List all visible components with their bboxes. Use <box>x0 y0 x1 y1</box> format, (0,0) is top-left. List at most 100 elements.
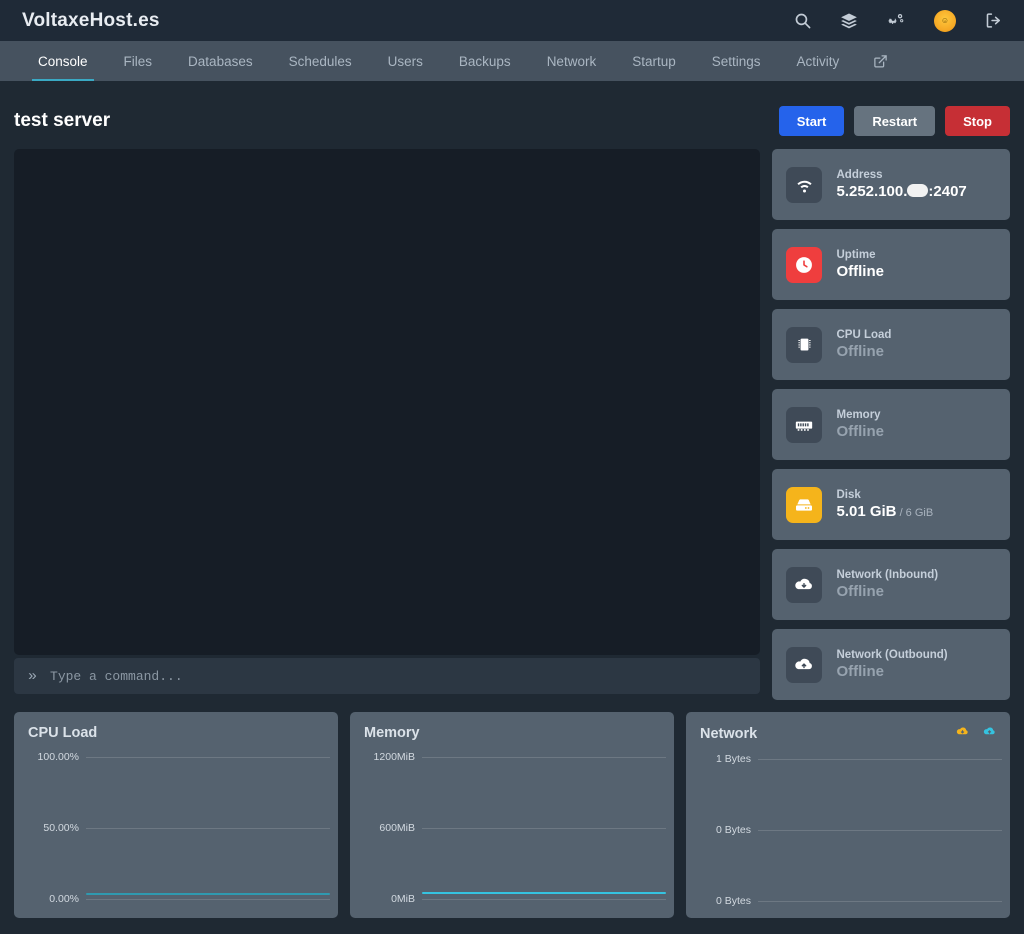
tab-label: Databases <box>188 53 253 69</box>
stat-label: Network (Inbound) <box>836 569 939 581</box>
stat-text: Memory Offline <box>836 409 884 440</box>
stat-text: Disk 5.01 GiB / 6 GiB <box>836 489 933 520</box>
prompt-chevron-icon: » <box>28 667 38 685</box>
axis-tick-label: 50.00% <box>43 822 79 834</box>
clock-icon <box>786 246 823 283</box>
disk-total: / 6 GiB <box>896 507 934 519</box>
grid-line <box>422 827 666 829</box>
tab-settings[interactable]: Settings <box>694 41 779 81</box>
restart-button[interactable]: Restart <box>854 106 936 136</box>
stat-value: Offline <box>836 423 884 440</box>
axis-tick-label: 0MiB <box>391 893 415 905</box>
tab-activity[interactable]: Activity <box>779 41 858 81</box>
page-title: test server <box>14 110 111 131</box>
power-button-group: Start Restart Stop <box>778 106 1010 136</box>
external-link-icon[interactable] <box>857 41 904 81</box>
memory-icon <box>786 406 823 443</box>
axis-tick-label: 0 Bytes <box>715 895 751 907</box>
chart-header: Network <box>686 725 1010 743</box>
tab-backups[interactable]: Backups <box>441 41 529 81</box>
chart-card-memory: Memory 1200MiB 600MiB 0MiB <box>350 712 674 918</box>
chart-plot: 100.00% 50.00% 0.00% <box>14 751 338 905</box>
nav-tabs: Console Files Databases Schedules Users … <box>0 41 1024 81</box>
stat-label: CPU Load <box>836 329 892 341</box>
series-line-cpu <box>86 893 330 895</box>
tab-databases[interactable]: Databases <box>170 41 271 81</box>
grid-line <box>758 758 1002 760</box>
cloud-upload-icon[interactable] <box>983 725 996 743</box>
hdd-icon <box>786 486 823 523</box>
console-output[interactable] <box>14 149 761 655</box>
tab-network[interactable]: Network <box>529 41 615 81</box>
search-icon[interactable] <box>794 12 811 29</box>
logout-icon[interactable] <box>985 12 1002 29</box>
cogs-icon[interactable] <box>887 12 905 30</box>
stat-value: Offline <box>836 343 884 360</box>
chart-plot: 1200MiB 600MiB 0MiB <box>350 751 674 905</box>
stat-card-network-inbound: Network (Inbound) Offline <box>772 549 1010 620</box>
stat-text: Uptime Offline <box>836 249 884 280</box>
grid-line <box>758 900 1002 902</box>
stat-label: Address <box>836 169 883 181</box>
command-input[interactable] <box>50 668 747 684</box>
stat-value: Offline <box>836 663 884 680</box>
axis-tick-label: 0 Bytes <box>715 824 751 836</box>
stat-card-list: Address 5.252.100. :2407 Uptime Offline <box>772 149 1010 700</box>
stat-value: 5.01 GiB / 6 GiB <box>836 503 933 520</box>
top-bar: VoltaxeHost.es ☺ <box>0 0 1024 41</box>
stat-text: Network (Outbound) Offline <box>836 649 947 680</box>
tab-users[interactable]: Users <box>370 41 441 81</box>
tab-label: Schedules <box>288 53 352 69</box>
avatar[interactable]: ☺ <box>934 9 956 32</box>
microchip-icon <box>786 326 823 363</box>
grid-row: 50.00% <box>14 822 330 834</box>
chart-legend <box>956 725 996 743</box>
stat-label: Network (Outbound) <box>836 649 948 661</box>
tab-files[interactable]: Files <box>106 41 171 81</box>
grid-line <box>422 756 666 758</box>
stop-button[interactable]: Stop <box>945 106 1010 136</box>
tab-label: Backups <box>458 53 511 69</box>
page-header: test server Start Restart Stop <box>0 81 1024 139</box>
stat-card-uptime: Uptime Offline <box>772 229 1010 300</box>
stat-card-disk: Disk 5.01 GiB / 6 GiB <box>772 469 1010 540</box>
grid-row: 100.00% <box>14 751 330 763</box>
redaction-block <box>907 184 929 197</box>
tab-label: Files <box>123 53 153 69</box>
tab-label: Startup <box>632 53 676 69</box>
tab-console[interactable]: Console <box>20 41 106 81</box>
series-line-memory <box>422 892 666 894</box>
chart-row: CPU Load 100.00% 50.00% 0.00% Memory 120… <box>0 700 1024 918</box>
stat-text: Network (Inbound) Offline <box>836 569 938 600</box>
brand-logo[interactable]: VoltaxeHost.es <box>22 10 160 32</box>
main-content: » Address 5.252.100. :2407 <box>0 139 1024 700</box>
grid-row: 1200MiB <box>350 751 666 763</box>
tab-label: Activity <box>796 53 840 69</box>
stat-value: Offline <box>836 263 884 280</box>
avatar-image: ☺ <box>934 9 956 32</box>
tab-startup[interactable]: Startup <box>614 41 694 81</box>
topbar-icon-group: ☺ <box>794 9 1002 32</box>
grid-line <box>422 898 666 900</box>
start-button[interactable]: Start <box>778 106 845 136</box>
grid-row: 0 Bytes <box>686 895 1002 907</box>
tab-schedules[interactable]: Schedules <box>271 41 370 81</box>
console-command-bar: » <box>14 658 761 694</box>
address-suffix: :2407 <box>928 183 967 200</box>
stat-text: Address 5.252.100. :2407 <box>836 169 966 200</box>
chart-title: Memory <box>364 725 420 741</box>
console-column: » <box>14 149 761 694</box>
axis-tick-label: 0.00% <box>49 893 79 905</box>
chart-plot: 1 Bytes 0 Bytes 0 Bytes <box>686 753 1010 907</box>
stat-label: Uptime <box>836 249 876 261</box>
grid-row: 600MiB <box>350 822 666 834</box>
disk-used: 5.01 GiB <box>836 503 897 520</box>
cloud-upload-icon <box>786 646 823 683</box>
cloud-download-icon[interactable] <box>956 725 969 743</box>
axis-tick-label: 1200MiB <box>373 751 415 763</box>
layers-icon[interactable] <box>840 12 858 30</box>
axis-tick-label: 100.00% <box>37 751 79 763</box>
address-prefix: 5.252.100. <box>836 183 908 200</box>
stat-card-network-outbound: Network (Outbound) Offline <box>772 629 1010 700</box>
cloud-download-icon <box>786 566 823 603</box>
